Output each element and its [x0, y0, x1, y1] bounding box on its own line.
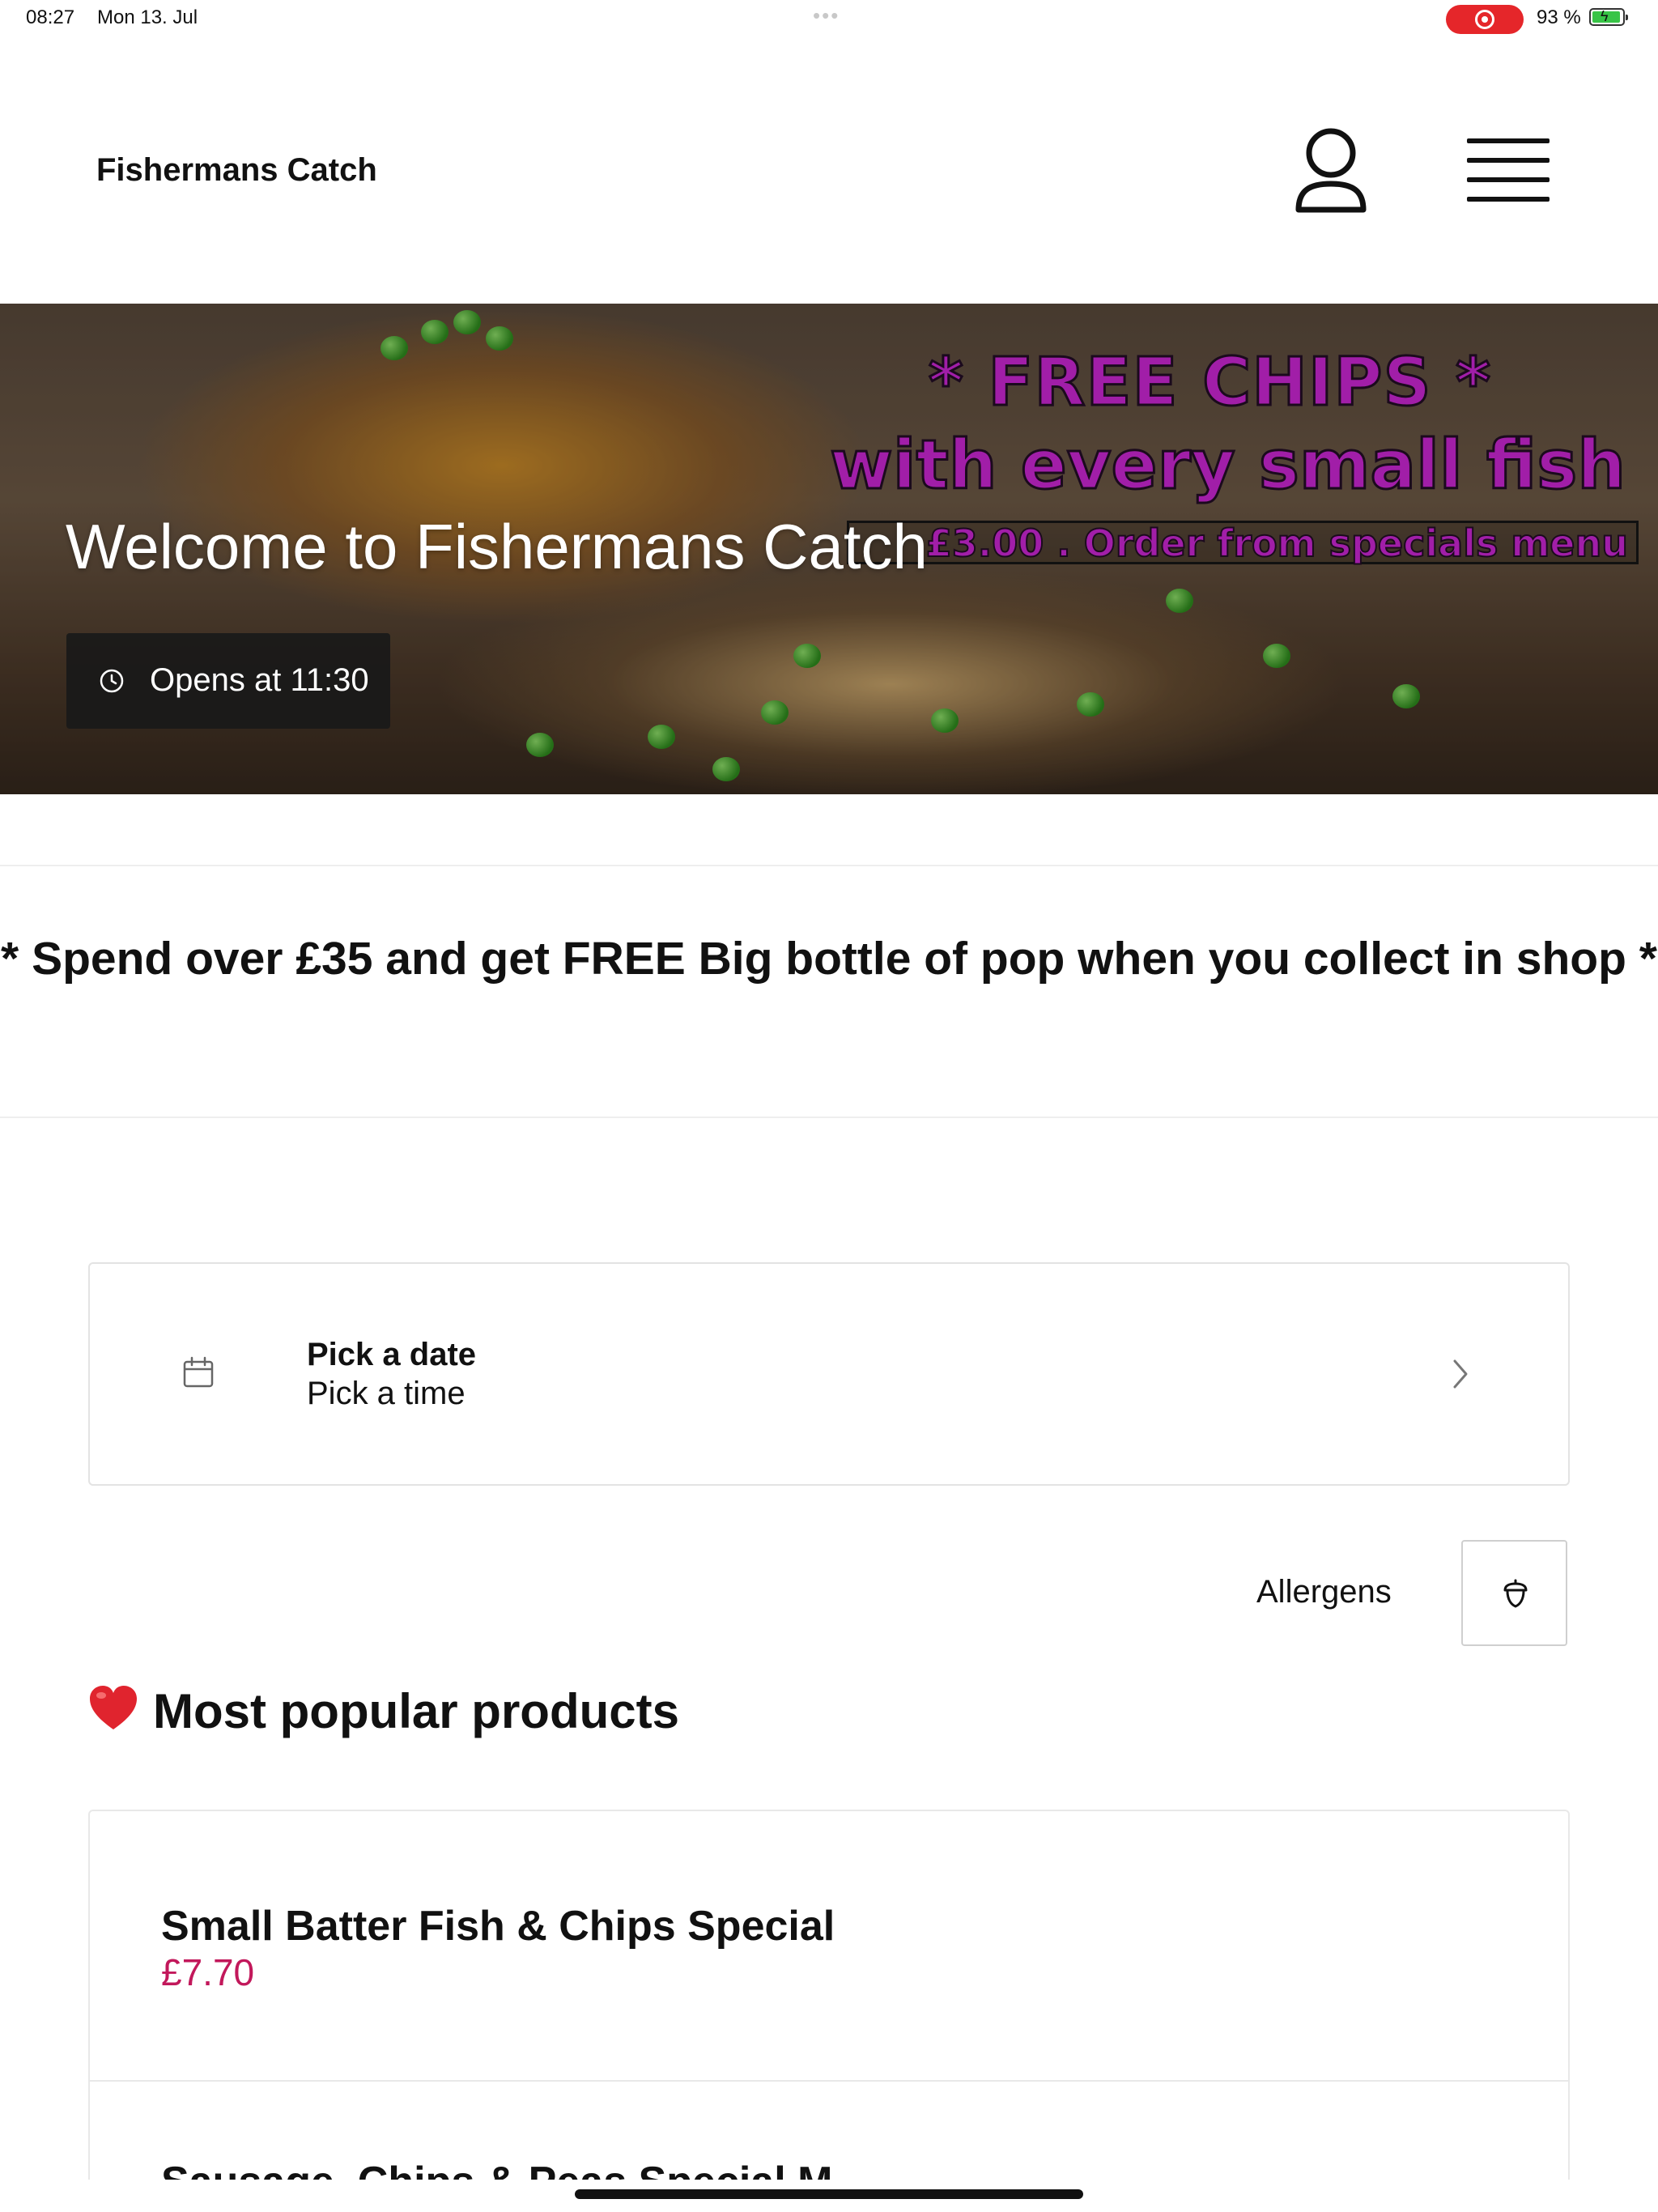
heart-icon	[90, 1686, 137, 1729]
offer-banner: * Spend over £35 and get FREE Big bottle…	[1, 933, 1657, 985]
battery-icon: ϟ	[1589, 8, 1628, 26]
menu-button[interactable]	[1467, 136, 1550, 206]
calendar-icon	[183, 1356, 214, 1388]
pick-date-label: Pick a date	[307, 1337, 477, 1372]
record-icon	[1475, 10, 1494, 29]
clock-icon	[100, 669, 124, 693]
status-date: Mon 13. Jul	[97, 6, 198, 28]
user-icon	[1295, 128, 1367, 213]
product-price: £7.70	[161, 1951, 255, 1993]
promo-price-text: £3.00 . Order from specials menu	[925, 521, 1629, 566]
promo-price-box: £3.00 . Order from specials menu	[847, 521, 1639, 566]
allergens-button[interactable]	[1461, 1540, 1567, 1646]
allergens-label[interactable]: Allergens	[1256, 1574, 1392, 1610]
hamburger-menu-icon	[1467, 138, 1550, 143]
pick-time-label: Pick a time	[307, 1376, 466, 1411]
product-list: Small Batter Fish & Chips Special £7.70 …	[88, 1810, 1570, 2182]
multitask-dots[interactable]: •••	[813, 3, 840, 28]
hero-banner: * FREE CHIPS * with every small fish £3.…	[0, 304, 1658, 794]
order-time-picker[interactable]: Pick a date Pick a time	[88, 1262, 1570, 1486]
screen-recording-indicator[interactable]	[1446, 5, 1524, 34]
account-button[interactable]	[1294, 125, 1368, 215]
home-indicator[interactable]	[575, 2189, 1083, 2199]
promo-headline: * FREE CHIPS *	[927, 343, 1491, 423]
divider	[0, 865, 1658, 866]
acorn-icon	[1503, 1579, 1528, 1608]
divider	[0, 1117, 1658, 1118]
opening-time: Opens at 11:30	[150, 662, 369, 698]
section-title: Most popular products	[153, 1684, 679, 1738]
product-name: Small Batter Fish & Chips Special	[161, 1903, 835, 1950]
opening-hours-badge: Opens at 11:30	[66, 633, 390, 729]
battery-percent: 93 %	[1537, 6, 1581, 28]
status-time: 08:27	[26, 6, 75, 28]
promo-subline: with every small fish	[829, 424, 1627, 506]
brand-name[interactable]: Fishermans Catch	[96, 152, 377, 189]
hero-title: Welcome to Fishermans Catch	[66, 511, 928, 582]
product-card[interactable]: Small Batter Fish & Chips Special £7.70	[90, 1811, 1568, 2082]
product-card[interactable]: Sausage, Chips & Peas Special M...	[90, 2082, 1568, 2182]
product-name: Sausage, Chips & Peas Special M...	[161, 2159, 868, 2182]
chevron-right-icon	[1453, 1359, 1468, 1389]
